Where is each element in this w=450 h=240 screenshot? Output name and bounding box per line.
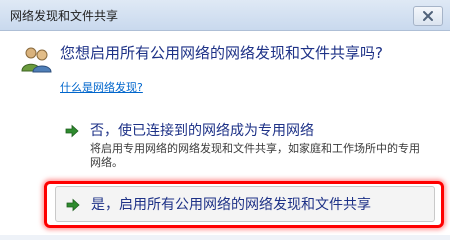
- option-title: 否，使已连接到的网络成为专用网络: [90, 123, 314, 139]
- close-button[interactable]: [413, 6, 443, 26]
- dialog-body: 您想启用所有公用网络的网络发现和文件共享吗? 什么是网络发现? 否，使已连接到的…: [0, 31, 450, 240]
- option-title: 是，启用所有公用网络的网络发现和文件共享: [91, 197, 371, 213]
- bottom-strip: [0, 235, 450, 240]
- option-no-private-network[interactable]: 否，使已连接到的网络成为专用网络 将启用专用网络的网络发现和文件共享，如家庭和工…: [55, 118, 435, 178]
- users-icon: [20, 45, 52, 73]
- option-description: 将启用专用网络的网络发现和文件共享，如家庭和工作场所中的专用网络。: [90, 142, 420, 169]
- green-arrow-icon: [65, 123, 79, 138]
- option-yes-enable-all-public[interactable]: 是，启用所有公用网络的网络发现和文件共享: [55, 186, 435, 222]
- dialog-window: 网络发现和文件共享 您想启用所有公用网络的网络发现和文件共享吗? 什么是网络发现…: [0, 0, 450, 240]
- title-bar: 网络发现和文件共享: [0, 0, 450, 31]
- dialog-heading: 您想启用所有公用网络的网络发现和文件共享吗?: [60, 44, 383, 62]
- green-arrow-icon: [66, 197, 80, 212]
- close-icon: [422, 10, 434, 22]
- what-is-network-discovery-link[interactable]: 什么是网络发现?: [60, 79, 143, 95]
- window-title: 网络发现和文件共享: [10, 9, 119, 23]
